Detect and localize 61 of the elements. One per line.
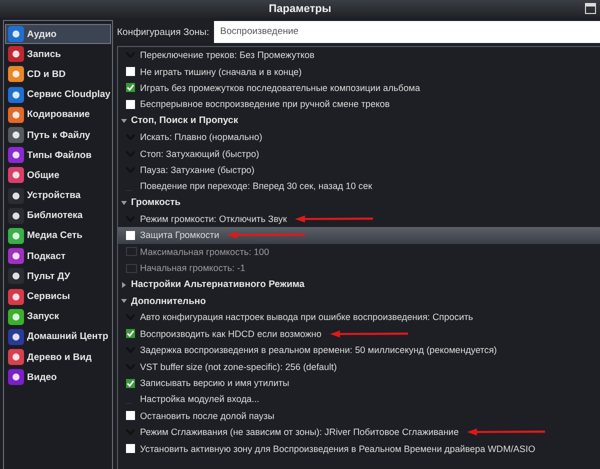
setting-label[interactable]: Авто конфигурация настроек вывода при ошибке воспроизведения: Спросить — [140, 312, 474, 322]
maximize-icon[interactable] — [585, 3, 596, 14]
setting-label[interactable]: Настройка модулей входа... — [140, 394, 260, 404]
zone-dropdown[interactable]: Воспроизведение — [214, 21, 600, 43]
sidebar-item[interactable]: Дерево и Вид — [5, 347, 111, 368]
sidebar-item[interactable]: Общие — [5, 165, 111, 186]
setting-label[interactable]: Записывать версию и имя утилиты — [140, 378, 290, 388]
setting-label[interactable]: Пауза: Затухание (быстро) — [140, 164, 254, 175]
sidebar-item[interactable]: Путь к Файлу — [5, 124, 111, 146]
sidebar-item[interactable]: Домашний Центр — [5, 326, 111, 347]
setting-label[interactable]: VST buffer size (not zone-specific): 256 (default) — [140, 362, 337, 372]
setting-label[interactable]: Воспроизводить как HDCD если возможно — [140, 328, 322, 339]
sidebar-item[interactable]: Видео — [5, 367, 111, 388]
setting-label[interactable]: Поведение при переходе: Вперед 30 сек, назад 10 сек — [140, 181, 372, 192]
sidebar-item[interactable]: Запись — [5, 44, 111, 64]
sidebar-item[interactable]: CD и BD — [5, 64, 111, 85]
section-header[interactable]: Громкость — [131, 197, 181, 208]
checkbox[interactable] — [126, 444, 135, 454]
setting-label[interactable]: Остановить после долой паузы — [140, 410, 274, 421]
setting-label[interactable]: Начальная громкость: -1 — [140, 263, 246, 274]
setting-label[interactable]: Режим Сглаживания (не зависим от зоны): JRiver Побитовое Сглаживание — [140, 427, 459, 438]
setting-label[interactable]: Задержка воспроизведения в реальном времени: 50 миллисекунд (рекомендуется) — [140, 345, 497, 356]
sidebar-item[interactable]: Сервис Cloudplay — [5, 84, 111, 105]
setting-label[interactable]: Искать: Плавно (нормально) — [140, 132, 262, 142]
sidebar-item[interactable]: Запуск — [5, 306, 111, 327]
expand-triangle-icon[interactable] — [121, 118, 127, 124]
sidebar-item[interactable]: Аудио — [5, 24, 111, 44]
setting-label[interactable]: Не играть тишину (сначала и в конце) — [140, 66, 302, 77]
checkbox[interactable] — [126, 378, 135, 388]
setting-label[interactable]: Беспрерывное воспроизведение при ручной смене треков — [140, 99, 390, 110]
section-header[interactable]: Дополнительно — [131, 296, 206, 307]
disabled-field-icon — [126, 247, 137, 256]
setting-label[interactable]: Защита Громкости — [140, 230, 220, 240]
setting-label[interactable]: Максимальная громкость: 100 — [140, 246, 270, 257]
sidebar-item[interactable]: Пульт ДУ — [5, 266, 111, 286]
section-header[interactable]: Стоп, Поиск и Пропуск — [131, 115, 238, 126]
checkbox[interactable] — [126, 67, 135, 76]
sidebar-item[interactable]: Сервисы — [5, 286, 111, 307]
expand-triangle-icon[interactable] — [121, 282, 127, 288]
sidebar-item[interactable]: Типы Файлов — [5, 145, 111, 166]
zone-label: Конфигурация Зоны: — [117, 26, 210, 38]
sidebar-item[interactable]: Библиотека — [5, 206, 111, 226]
sidebar-item[interactable]: Кодирование — [5, 104, 111, 125]
disabled-field-icon — [126, 264, 137, 273]
setting-label[interactable]: Режим громкости: Отключить Звук — [140, 214, 287, 224]
sidebar-item[interactable]: Подкаст — [5, 246, 111, 266]
setting-label[interactable]: Установить активную зону для Воспроизведения в Реальном Времени драйвера WDM/ASIO — [140, 444, 536, 454]
setting-label[interactable]: Переключение треков: Без Промежутков — [140, 50, 315, 60]
sidebar-item[interactable]: Медиа Сеть — [5, 226, 111, 246]
setting-label[interactable]: Стоп: Затухающий (быстро) — [140, 148, 260, 159]
section-header[interactable]: Настройки Альтернативного Режима — [131, 279, 305, 290]
window-title: Параметры — [268, 3, 332, 15]
setting-label[interactable]: Играть без промежутков последовательные композиции альбома — [140, 82, 420, 93]
expand-triangle-icon[interactable] — [121, 200, 127, 206]
checkbox[interactable] — [126, 83, 135, 92]
checkbox[interactable] — [126, 329, 135, 338]
sidebar-item[interactable]: Устройства — [5, 186, 111, 206]
checkbox[interactable] — [126, 411, 135, 420]
expand-triangle-icon[interactable] — [121, 298, 127, 304]
checkbox[interactable] — [126, 100, 135, 109]
checkbox[interactable] — [126, 230, 135, 240]
